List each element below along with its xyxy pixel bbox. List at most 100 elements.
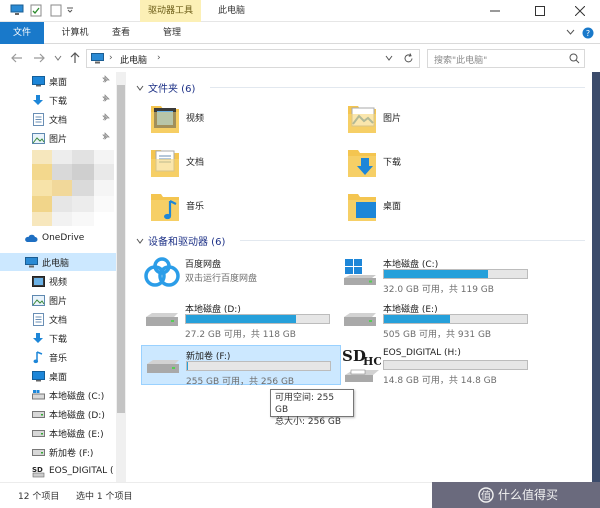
pin-icon[interactable] — [101, 94, 110, 103]
folder-videos[interactable]: 视频 — [150, 100, 204, 134]
nav-item-drive-f[interactable]: 新加卷 (F:) — [0, 443, 116, 461]
search-input[interactable]: 搜索"此电脑" — [427, 49, 585, 68]
tab-computer[interactable]: 计算机 — [55, 22, 95, 44]
close-icon — [575, 6, 585, 16]
drive-tooltip: 可用空间: 255 GB 总大小: 256 GB — [270, 389, 354, 427]
properties-icon[interactable] — [30, 4, 42, 17]
search-icon[interactable] — [569, 53, 580, 64]
devices-section-header[interactable]: 设备和驱动器 (6) — [136, 233, 225, 248]
nav-item-this-pc[interactable]: 此电脑 — [0, 253, 116, 271]
section-divider — [240, 240, 585, 241]
nav-item-downloads[interactable]: 下载 — [0, 329, 116, 347]
search-placeholder: 搜索"此电脑" — [434, 56, 488, 66]
usage-bar-d — [185, 314, 330, 324]
drive-icon — [31, 407, 45, 421]
drive-tools-context-label: 驱动器工具 — [140, 0, 202, 22]
folder-desktop[interactable]: 桌面 — [347, 188, 401, 222]
nav-item-drive-e[interactable]: 本地磁盘 (E:) — [0, 424, 116, 442]
chevron-down-icon — [54, 55, 62, 61]
svg-text:值: 值 — [481, 489, 491, 502]
tab-file[interactable]: 文件 — [0, 22, 44, 44]
device-drive-c[interactable]: 本地磁盘 (C:) 32.0 GB 可用，共 119 GB — [339, 254, 539, 295]
device-drive-d[interactable]: 本地磁盘 (D:) 27.2 GB 可用，共 118 GB — [141, 299, 341, 340]
nav-item-desktop[interactable]: 桌面 — [0, 367, 116, 385]
new-folder-icon[interactable] — [50, 4, 62, 17]
document-icon — [31, 312, 45, 326]
nav-item-pictures[interactable]: 图片 — [0, 129, 116, 147]
chevron-down-icon — [136, 238, 144, 244]
desktop-icon — [31, 369, 45, 383]
music-folder-icon — [150, 188, 180, 222]
watermark-logo-icon: 值 — [478, 486, 494, 503]
nav-item-documents[interactable]: 文档 — [0, 310, 116, 328]
minimize-icon — [490, 6, 500, 16]
nav-scrollbar-thumb[interactable] — [117, 85, 125, 413]
nav-item-pictures[interactable]: 图片 — [0, 291, 116, 309]
blurred-region — [32, 150, 114, 226]
maximize-button[interactable] — [525, 0, 555, 22]
navigation-pane: 桌面 下载 文档 图片 OneDrive 此电脑 视频 图片 文档 下载 音乐 … — [0, 72, 130, 482]
tab-manage[interactable]: 管理 — [152, 22, 192, 44]
status-item-count: 12 个项目 — [18, 492, 60, 502]
nav-item-eos-digital[interactable]: SD EOS_DIGITAL ( — [0, 462, 116, 480]
usage-bar-c — [383, 269, 528, 279]
device-baidu-netdisk[interactable]: 百度网盘 双击运行百度网盘 — [141, 254, 341, 294]
desktop-icon — [31, 74, 45, 88]
path-separator[interactable]: › — [157, 53, 161, 63]
nav-item-downloads[interactable]: 下载 — [0, 91, 116, 109]
download-icon — [31, 93, 45, 107]
address-bar[interactable]: › 此电脑 › — [86, 49, 420, 68]
nav-item-desktop[interactable]: 桌面 — [0, 72, 116, 90]
svg-text:?: ? — [586, 29, 590, 38]
desktop-folder-icon — [347, 188, 377, 222]
refresh-icon[interactable] — [403, 53, 414, 64]
onedrive-cloud-icon — [24, 231, 38, 245]
folder-pictures[interactable]: 图片 — [347, 100, 401, 134]
close-button[interactable] — [565, 0, 595, 22]
recent-locations-button[interactable] — [51, 51, 65, 65]
drive-icon — [144, 312, 180, 328]
title-bar: 驱动器工具 此电脑 — [0, 0, 600, 22]
address-dropdown-icon[interactable] — [385, 55, 393, 61]
usage-bar-f — [186, 361, 331, 371]
sd-card-icon: SD — [31, 464, 45, 478]
ribbon-tabs: 文件 计算机 查看 管理 ? — [0, 22, 600, 44]
nav-item-videos[interactable]: 视频 — [0, 272, 116, 290]
nav-item-drive-d[interactable]: 本地磁盘 (D:) — [0, 405, 116, 423]
download-icon — [31, 331, 45, 345]
nav-item-drive-c[interactable]: 本地磁盘 (C:) — [0, 386, 116, 404]
pin-icon[interactable] — [101, 113, 110, 122]
tab-view[interactable]: 查看 — [105, 22, 137, 44]
nav-item-documents[interactable]: 文档 — [0, 110, 116, 128]
status-selected-count: 选中 1 个项目 — [76, 492, 133, 502]
folder-downloads[interactable]: 下载 — [347, 144, 401, 178]
usage-bar-e — [383, 314, 528, 324]
address-row: › 此电脑 › 搜索"此电脑" — [0, 44, 600, 72]
pin-icon[interactable] — [101, 132, 110, 141]
folders-section-header[interactable]: 文件夹 (6) — [136, 80, 195, 95]
drive-icon — [31, 445, 45, 459]
computer-icon — [24, 255, 38, 269]
path-this-pc[interactable]: 此电脑 — [120, 53, 147, 66]
pin-icon[interactable] — [101, 75, 110, 84]
help-icon[interactable]: ? — [582, 27, 594, 39]
ribbon-expand-icon[interactable] — [566, 29, 575, 35]
quick-access-dropdown-icon[interactable] — [66, 7, 74, 13]
minimize-button[interactable] — [480, 0, 510, 22]
document-folder-icon — [150, 144, 180, 178]
folder-music[interactable]: 音乐 — [150, 188, 204, 222]
path-separator[interactable]: › — [109, 53, 113, 63]
forward-button[interactable] — [32, 51, 46, 65]
windows-drive-icon — [342, 259, 378, 287]
back-button[interactable] — [10, 51, 24, 65]
device-drive-f[interactable]: 新加卷 (F:) 255 GB 可用，共 256 GB — [141, 345, 341, 387]
folder-documents[interactable]: 文档 — [150, 144, 204, 178]
device-drive-e[interactable]: 本地磁盘 (E:) 505 GB 可用，共 931 GB — [339, 299, 539, 340]
nav-item-onedrive[interactable]: OneDrive — [0, 229, 116, 247]
up-button[interactable] — [68, 51, 82, 65]
computer-icon — [91, 53, 104, 64]
device-eos-digital[interactable]: SD HC EOS_DIGITAL (H:) 14.8 GB 可用，共 14.8 … — [339, 345, 539, 386]
forward-arrow-icon — [33, 53, 45, 63]
nav-item-music[interactable]: 音乐 — [0, 348, 116, 366]
svg-text:HC: HC — [363, 355, 381, 368]
